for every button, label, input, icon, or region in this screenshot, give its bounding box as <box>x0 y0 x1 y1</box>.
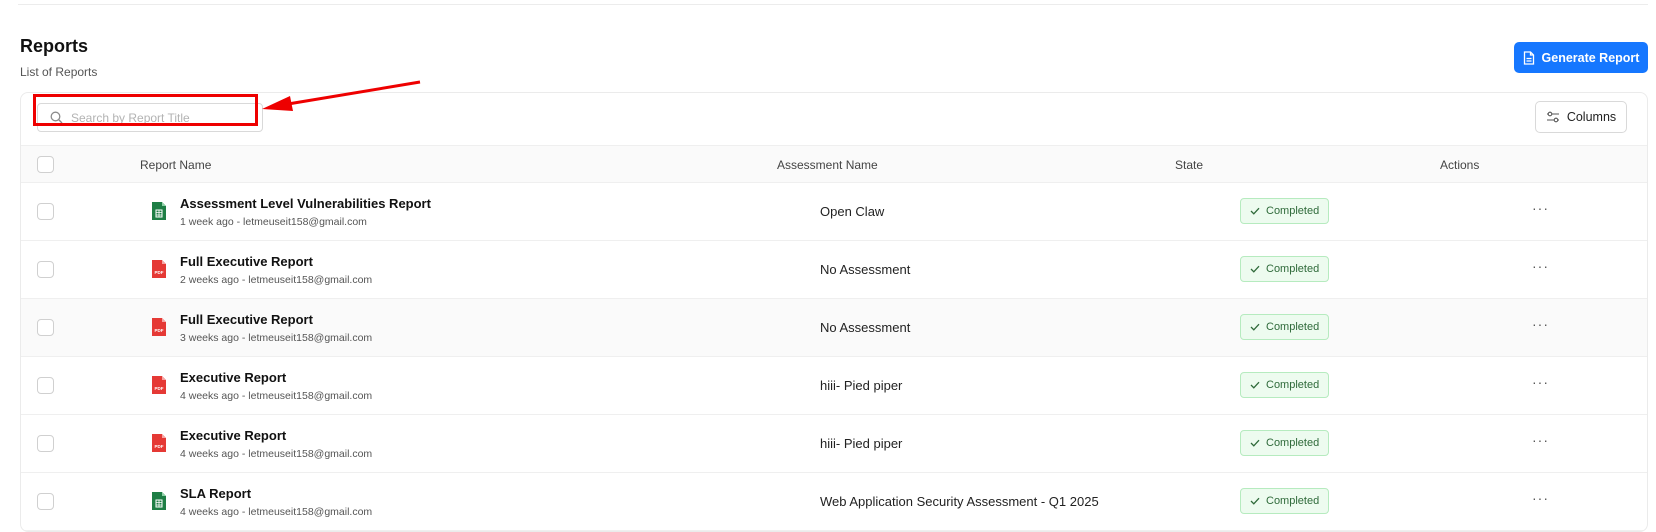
status-label: Completed <box>1266 495 1320 507</box>
column-header-actions: Actions <box>1440 158 1480 172</box>
report-meta: 4 weeks ago - letmeuseit158@gmail.com <box>180 390 373 402</box>
more-actions-icon[interactable]: ··· <box>1532 258 1549 274</box>
check-icon <box>1250 439 1260 447</box>
columns-label: Columns <box>1566 110 1617 124</box>
generate-report-button[interactable]: Generate Report <box>1514 42 1648 73</box>
status-badge: Completed <box>1240 372 1330 398</box>
table-body: Assessment Level Vulnerabilities Report … <box>21 183 1647 531</box>
column-header-state[interactable]: State <box>1175 158 1203 172</box>
report-name[interactable]: Executive Report <box>180 428 286 443</box>
row-checkbox[interactable] <box>37 377 54 394</box>
select-all-checkbox[interactable] <box>37 156 54 173</box>
report-meta: 1 week ago - letmeuseit158@gmail.com <box>180 216 367 228</box>
more-actions-icon[interactable]: ··· <box>1532 200 1549 216</box>
assessment-name: No Assessment <box>820 262 911 277</box>
row-checkbox[interactable] <box>37 203 54 220</box>
pdf-icon: PDF <box>151 375 167 398</box>
generate-report-label: Generate Report <box>1541 50 1640 65</box>
annotation-highlight-box <box>33 94 258 126</box>
table-row[interactable]: SLA Report 4 weeks ago - letmeuseit158@g… <box>21 473 1647 531</box>
more-actions-icon[interactable]: ··· <box>1532 316 1549 332</box>
report-name[interactable]: Assessment Level Vulnerabilities Report <box>180 196 431 211</box>
status-badge: Completed <box>1240 488 1330 514</box>
check-icon <box>1250 381 1260 389</box>
assessment-name: No Assessment <box>820 320 911 335</box>
status-label: Completed <box>1266 321 1320 333</box>
status-label: Completed <box>1266 263 1320 275</box>
page-header: Reports List of Reports <box>20 36 97 79</box>
status-badge: Completed <box>1240 198 1330 224</box>
report-meta: 2 weeks ago - letmeuseit158@gmail.com <box>180 274 373 286</box>
row-checkbox[interactable] <box>37 493 54 510</box>
status-label: Completed <box>1266 379 1320 391</box>
assessment-name: Open Claw <box>820 204 885 219</box>
check-icon <box>1250 265 1260 273</box>
status-badge: Completed <box>1240 430 1330 456</box>
assessment-name: Web Application Security Assessment - Q1… <box>820 494 1099 509</box>
annotation-arrow-icon <box>262 80 421 111</box>
pdf-icon: PDF <box>151 317 167 340</box>
more-actions-icon[interactable]: ··· <box>1532 490 1549 506</box>
table-row[interactable]: PDF Executive Report 4 weeks ago - letme… <box>21 357 1647 415</box>
report-name[interactable]: Full Executive Report <box>180 312 313 327</box>
reports-table-card: Columns Report Name Assessment Name Stat… <box>20 92 1648 532</box>
status-badge: Completed <box>1240 256 1330 282</box>
table-header: Report Name Assessment Name State Action… <box>21 145 1647 183</box>
check-icon <box>1250 323 1260 331</box>
table-row[interactable]: PDF Full Executive Report 3 weeks ago - … <box>21 299 1647 357</box>
svg-text:PDF: PDF <box>155 270 164 275</box>
document-icon <box>1523 50 1534 65</box>
status-label: Completed <box>1266 437 1320 449</box>
more-actions-icon[interactable]: ··· <box>1532 432 1549 448</box>
table-row[interactable]: PDF Full Executive Report 2 weeks ago - … <box>21 241 1647 299</box>
svg-text:PDF: PDF <box>155 328 164 333</box>
report-name[interactable]: Executive Report <box>180 370 286 385</box>
pdf-icon: PDF <box>151 433 167 456</box>
assessment-name: hiii- Pied piper <box>820 436 903 451</box>
svg-text:PDF: PDF <box>155 444 164 449</box>
table-row[interactable]: PDF Executive Report 4 weeks ago - letme… <box>21 415 1647 473</box>
column-header-assessment-name[interactable]: Assessment Name <box>777 158 878 172</box>
page-title: Reports <box>20 36 89 56</box>
row-checkbox[interactable] <box>37 435 54 452</box>
check-icon <box>1250 207 1260 215</box>
top-divider <box>18 4 1648 5</box>
status-label: Completed <box>1266 205 1320 217</box>
report-name[interactable]: SLA Report <box>180 486 251 501</box>
row-checkbox[interactable] <box>37 319 54 336</box>
sheet-icon <box>151 201 167 224</box>
report-meta: 4 weeks ago - letmeuseit158@gmail.com <box>180 506 373 518</box>
report-meta: 4 weeks ago - letmeuseit158@gmail.com <box>180 448 373 460</box>
report-meta: 3 weeks ago - letmeuseit158@gmail.com <box>180 332 373 344</box>
column-header-report-name[interactable]: Report Name <box>140 158 211 172</box>
row-checkbox[interactable] <box>37 261 54 278</box>
svg-text:PDF: PDF <box>155 386 164 391</box>
check-icon <box>1250 497 1260 505</box>
page-subtitle: List of Reports <box>20 65 98 79</box>
report-name[interactable]: Full Executive Report <box>180 254 313 269</box>
pdf-icon: PDF <box>151 259 167 282</box>
table-row[interactable]: Assessment Level Vulnerabilities Report … <box>21 183 1647 241</box>
more-actions-icon[interactable]: ··· <box>1532 374 1549 390</box>
sheet-icon <box>151 491 167 514</box>
columns-button[interactable]: Columns <box>1535 101 1627 133</box>
sliders-icon <box>1546 111 1559 123</box>
status-badge: Completed <box>1240 314 1330 340</box>
assessment-name: hiii- Pied piper <box>820 378 903 393</box>
